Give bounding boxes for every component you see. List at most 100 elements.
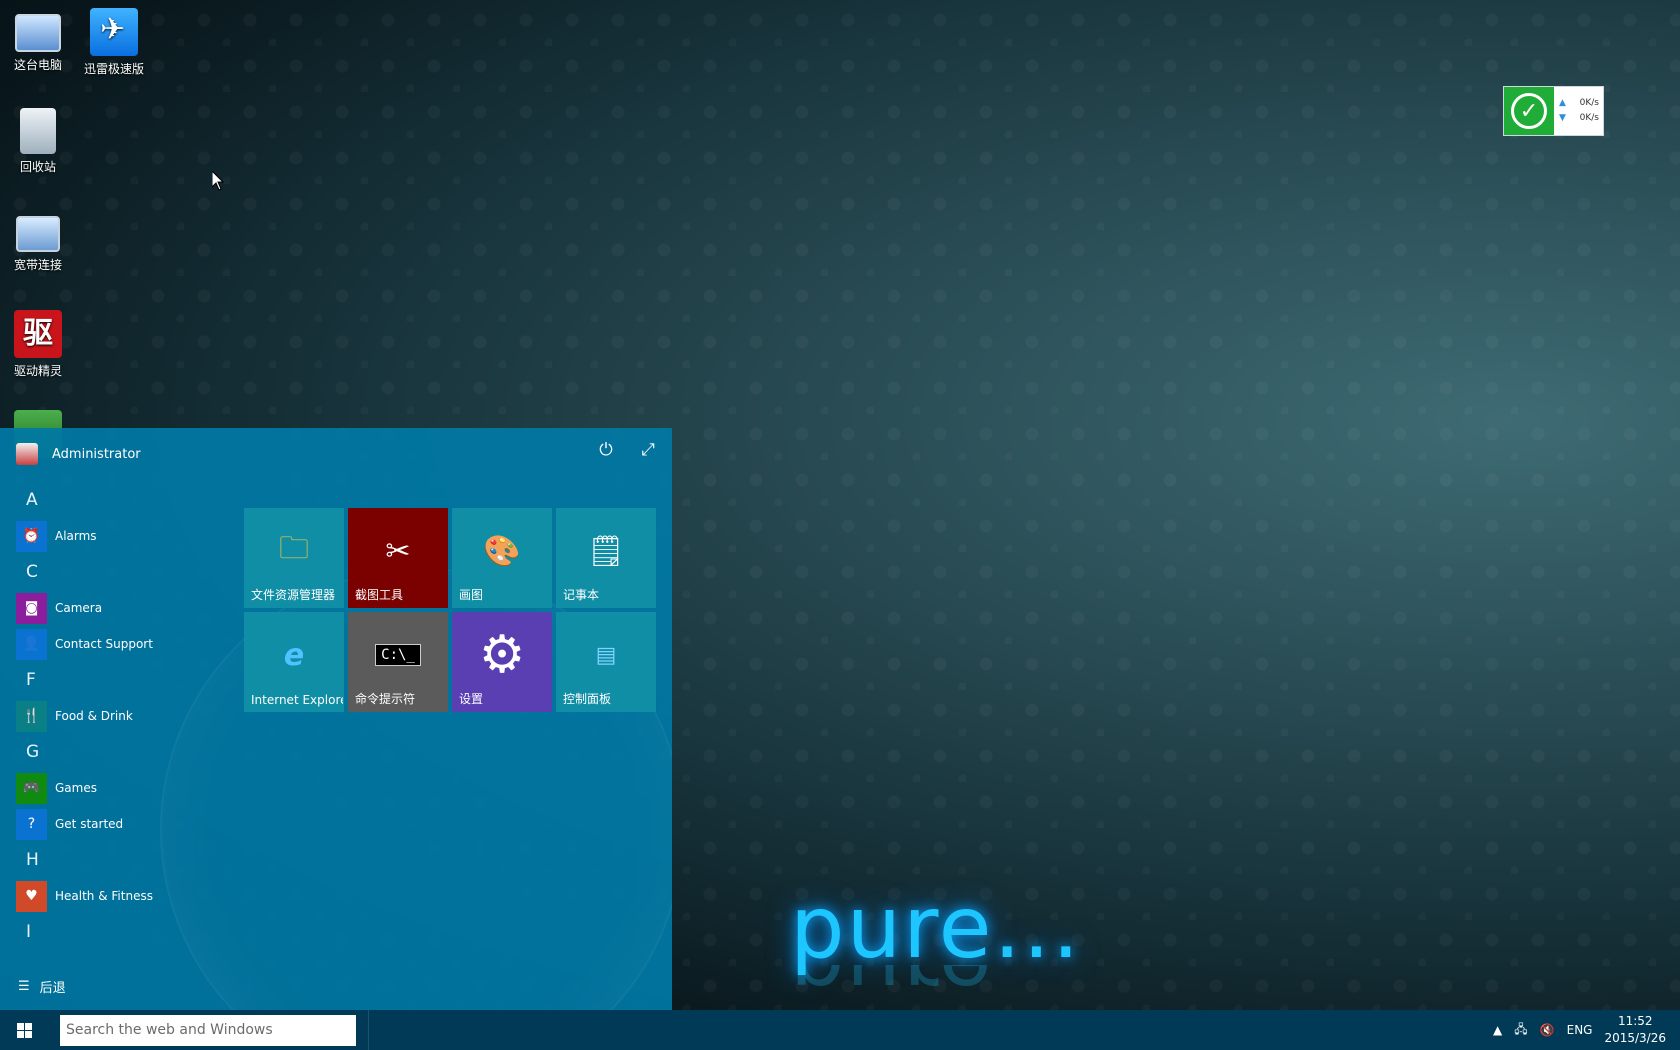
app-label: Food & Drink [55, 709, 133, 723]
internet-explorer-icon: e [283, 637, 305, 673]
scissors-icon: ✂ [385, 533, 411, 569]
person-icon: 👤 [16, 628, 47, 660]
tile-label: 画图 [459, 588, 484, 602]
windows-logo-icon [16, 1022, 32, 1038]
desktop-icon-this-pc[interactable]: 这台电脑 [0, 8, 76, 73]
app-item-games[interactable]: 🎮 Games [0, 770, 230, 806]
letter-header-i[interactable]: I [0, 914, 230, 950]
desktop-icon-thunder[interactable]: 迅雷极速版 [76, 8, 152, 77]
paint-palette-icon: 🎨 [483, 533, 521, 569]
tile-snipping-tool[interactable]: ✂ 截图工具 [348, 508, 448, 608]
download-arrow-icon: ▼ [1559, 113, 1566, 123]
clock[interactable]: 11:52 2015/3/26 [1604, 1013, 1666, 1047]
tile-label: Internet Explorer [251, 693, 343, 707]
tile-command-prompt[interactable]: C:\_ 命令提示符 [348, 612, 448, 712]
app-item-camera[interactable]: ◙ Camera [0, 590, 230, 626]
download-rate-row: ▼ 0K/s [1554, 111, 1599, 126]
app-label: Health & Fitness [55, 889, 153, 903]
tile-label: 命令提示符 [355, 692, 416, 706]
app-label: Get started [55, 817, 124, 831]
tile-internet-explorer[interactable]: e Internet Explorer [244, 612, 344, 712]
desktop-icon-label: 迅雷极速版 [83, 62, 144, 76]
letter-header-a[interactable]: A [0, 482, 230, 518]
tile-label: 记事本 [563, 588, 600, 602]
command-prompt-icon: C:\_ [375, 644, 421, 666]
alarm-clock-icon: ⏰ [16, 520, 47, 552]
download-rate: 0K/s [1579, 113, 1599, 123]
desktop-icon-label: 宽带连接 [13, 258, 62, 272]
thunder-bird-icon [90, 8, 138, 56]
network-speed-widget[interactable]: ✓ ▲ 0K/s ▼ 0K/s [1503, 86, 1604, 136]
app-label: Camera [55, 601, 103, 615]
desktop-icon-label: 这台电脑 [13, 58, 62, 72]
tile-settings[interactable]: ⚙ 设置 [452, 612, 552, 712]
expand-icon[interactable]: ⤢ [638, 440, 658, 460]
tile-paint[interactable]: 🎨 画图 [452, 508, 552, 608]
user-account[interactable]: Administrator [16, 443, 141, 465]
question-icon: ? [16, 808, 47, 840]
checkmark-icon: ✓ [1511, 93, 1547, 129]
power-icon[interactable]: ⏻ [596, 440, 616, 460]
upload-arrow-icon: ▲ [1559, 98, 1566, 108]
upload-rate: 0K/s [1579, 98, 1599, 108]
app-item-alarms[interactable]: ⏰ Alarms [0, 518, 230, 554]
desktop-icon-driver-genius[interactable]: 驱 驱动精灵 [0, 310, 76, 379]
network-disconnected-icon[interactable]: 🖧 [1514, 1020, 1527, 1041]
gamepad-icon: 🎮 [16, 772, 47, 804]
network-computers-icon [16, 216, 60, 252]
search-input[interactable]: Search the web and Windows [60, 1014, 356, 1046]
avatar [16, 443, 38, 465]
tile-file-explorer[interactable]: 🗀 文件资源管理器 [244, 508, 344, 608]
wallpaper-logo: pure... [790, 878, 1082, 978]
app-item-get-started[interactable]: ? Get started [0, 806, 230, 842]
start-actions: ⏻ ⤢ [596, 440, 658, 460]
app-label: Games [55, 781, 97, 795]
volume-muted-icon[interactable]: 🔇 [1540, 1023, 1555, 1037]
wallpaper-logo-reflection: pure... [790, 965, 1081, 1010]
desktop-icon-label: 回收站 [19, 160, 56, 174]
list-icon: ☰ [18, 979, 30, 994]
app-label: Contact Support [55, 637, 153, 651]
app-list: A ⏰ Alarms C ◙ Camera 👤 Contact Support … [0, 482, 230, 950]
start-menu: Administrator ⏻ ⤢ A ⏰ Alarms C ◙ Camera … [0, 428, 672, 1010]
desktop-icon-recycle-bin[interactable]: 回收站 [0, 108, 76, 175]
app-label: Alarms [55, 529, 97, 543]
letter-header-g[interactable]: G [0, 734, 230, 770]
tile-notepad[interactable]: 🗒 记事本 [556, 508, 656, 608]
tile-label: 控制面板 [563, 692, 612, 706]
tile-label: 设置 [459, 692, 484, 706]
recycle-bin-icon [20, 108, 56, 154]
clock-time: 11:52 [1617, 1014, 1653, 1028]
tile-label: 截图工具 [355, 588, 404, 602]
letter-header-c[interactable]: C [0, 554, 230, 590]
camera-icon: ◙ [16, 592, 47, 624]
tile-label: 文件资源管理器 [251, 588, 336, 602]
language-indicator[interactable]: ENG [1567, 1023, 1593, 1037]
clock-date: 2015/3/26 [1604, 1031, 1666, 1045]
system-tray: ▲ 🖧 🔇 ENG 11:52 2015/3/26 [1493, 1013, 1680, 1047]
gear-icon: ⚙ [478, 625, 526, 685]
back-label: 后退 [39, 981, 66, 996]
app-item-contact-support[interactable]: 👤 Contact Support [0, 626, 230, 662]
back-button[interactable]: ☰ 后退 [18, 977, 66, 996]
desktop-icon-broadband[interactable]: 宽带连接 [0, 208, 76, 273]
app-item-health-fitness[interactable]: ♥ Health & Fitness [0, 878, 230, 914]
taskbar-divider [368, 1010, 369, 1050]
search-placeholder: Search the web and Windows [66, 1022, 273, 1038]
letter-header-h[interactable]: H [0, 842, 230, 878]
folder-icon: 🗀 [279, 530, 309, 566]
heart-icon: ♥ [16, 880, 47, 912]
upload-rate-row: ▲ 0K/s [1554, 96, 1599, 111]
chevron-up-icon[interactable]: ▲ [1493, 1023, 1502, 1037]
tile-grid: 🗀 文件资源管理器 ✂ 截图工具 🎨 画图 🗒 记事本 e Internet E… [244, 508, 656, 712]
tile-control-panel[interactable]: ▤ 控制面板 [556, 612, 656, 712]
app-item-food-drink[interactable]: 🍴 Food & Drink [0, 698, 230, 734]
computer-icon [15, 14, 61, 52]
start-button[interactable] [0, 1010, 48, 1050]
control-panel-icon: ▤ [595, 642, 617, 668]
letter-header-f[interactable]: F [0, 662, 230, 698]
user-name: Administrator [52, 446, 141, 462]
notepad-icon: 🗒 [586, 533, 626, 569]
rates: ▲ 0K/s ▼ 0K/s [1554, 87, 1603, 135]
taskbar: Search the web and Windows ▲ 🖧 🔇 ENG 11:… [0, 1010, 1680, 1050]
